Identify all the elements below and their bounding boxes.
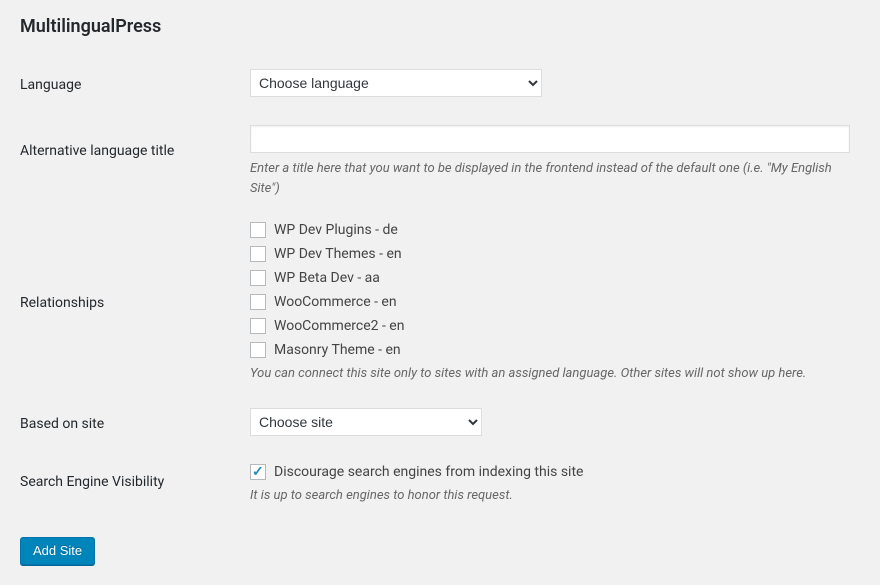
based-on-site-select[interactable]: Choose site	[250, 408, 482, 436]
row-search-engine: Search Engine Visibility Discourage sear…	[20, 452, 860, 518]
relationships-list: WP Dev Plugins - de WP Dev Themes - en WP …	[250, 222, 850, 358]
relationship-item: Masonry Theme - en	[250, 342, 850, 358]
row-relationships: Relationships WP Dev Plugins - deWP Dev …	[20, 210, 860, 396]
search-engine-description: It is up to search engines to honor this…	[250, 486, 850, 506]
relationship-label: WooCommerce - en	[274, 294, 397, 310]
relationship-checkbox[interactable]	[250, 222, 266, 238]
search-engine-checkbox-label: Discourage search engines from indexing …	[274, 464, 583, 480]
relationship-item: WooCommerce2 - en	[250, 318, 850, 334]
relationship-label: WP Beta Dev - aa	[274, 270, 380, 286]
relationship-label: WP Dev Themes - en	[274, 246, 402, 262]
label-relationships: Relationships	[20, 210, 250, 396]
section-title: MultilingualPress	[20, 10, 860, 37]
relationship-label: WooCommerce2 - en	[274, 318, 404, 334]
label-alt-title: Alternative language title	[20, 113, 250, 210]
label-search-engine: Search Engine Visibility	[20, 452, 250, 518]
relationship-checkbox[interactable]	[250, 270, 266, 286]
label-based-on-site: Based on site	[20, 396, 250, 452]
row-alt-title: Alternative language title Enter a title…	[20, 113, 860, 210]
search-engine-checkbox[interactable]	[250, 464, 266, 480]
relationship-item: WP Dev Plugins - de	[250, 222, 850, 238]
settings-form-table: Language Choose language Alternative lan…	[20, 57, 860, 517]
add-site-button[interactable]: Add Site	[20, 537, 95, 565]
relationship-label: Masonry Theme - en	[274, 342, 401, 358]
row-based-on-site: Based on site Choose site	[20, 396, 860, 452]
relationship-checkbox[interactable]	[250, 246, 266, 262]
relationship-item: WooCommerce - en	[250, 294, 850, 310]
label-language: Language	[20, 57, 250, 113]
relationship-item: WP Dev Themes - en	[250, 246, 850, 262]
alt-title-input[interactable]	[250, 125, 850, 153]
relationship-checkbox[interactable]	[250, 294, 266, 310]
alt-title-description: Enter a title here that you want to be d…	[250, 159, 850, 198]
relationships-description: You can connect this site only to sites …	[250, 364, 850, 384]
language-select[interactable]: Choose language	[250, 69, 542, 97]
row-language: Language Choose language	[20, 57, 860, 113]
relationship-item: WP Beta Dev - aa	[250, 270, 850, 286]
relationship-checkbox[interactable]	[250, 342, 266, 358]
search-engine-checkbox-row: Discourage search engines from indexing …	[250, 464, 850, 480]
relationship-checkbox[interactable]	[250, 318, 266, 334]
relationship-label: WP Dev Plugins - de	[274, 222, 398, 238]
